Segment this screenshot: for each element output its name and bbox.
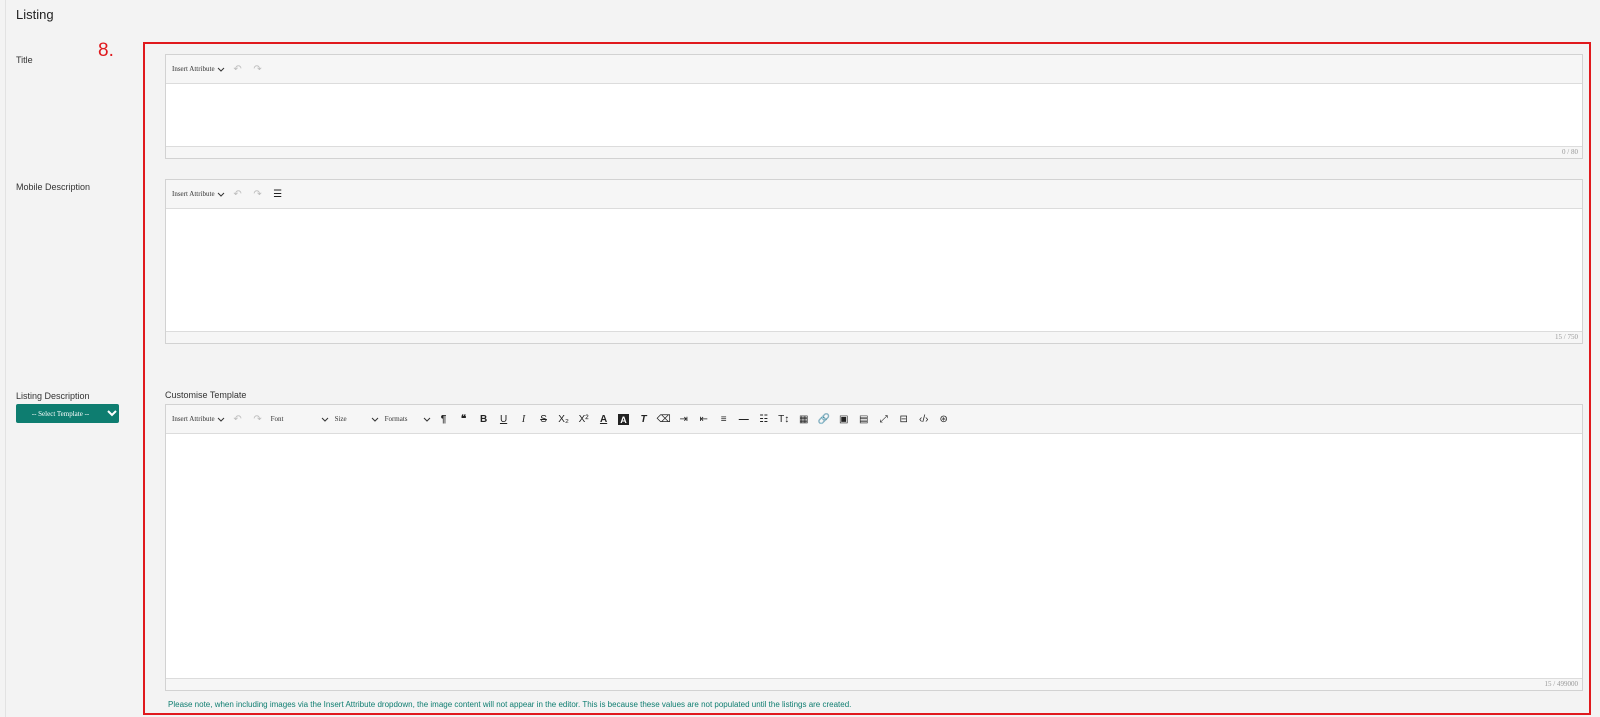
insert-attribute-dropdown[interactable]: Insert Attribute [172,415,225,423]
chevron-down-icon [321,417,328,422]
svg-text:A: A [620,415,627,425]
formats-dropdown[interactable]: Formats [385,415,431,423]
eraser-icon[interactable]: ⌫ [657,411,671,427]
mobile-char-counter: 15 / 750 [166,331,1582,343]
redo-icon[interactable]: ↷ [251,186,265,202]
chevron-down-icon [217,417,224,422]
insert-attribute-label: Insert Attribute [172,65,215,73]
title-toolbar: Insert Attribute ↶ ↷ [166,55,1582,84]
undo-icon[interactable]: ↶ [231,61,245,77]
size-dropdown[interactable]: Size [335,415,379,423]
insert-attribute-dropdown[interactable]: Insert Attribute [172,65,225,73]
listing-toolbar: Insert Attribute ↶ ↷ Font Size Formats ¶… [166,405,1582,434]
align-icon[interactable]: ≡ [717,411,731,427]
preview-icon[interactable]: ⊟ [897,411,911,427]
image-icon[interactable]: ▣ [837,411,851,427]
clear-format-icon[interactable]: T [637,411,651,427]
step-number: 8. [98,40,114,61]
insert-attribute-label: Insert Attribute [172,415,215,423]
indent-icon[interactable]: ⇥ [677,411,691,427]
strikethrough-icon[interactable]: S [537,411,551,427]
template-select-value: -- Select Template -- [31,409,90,418]
link-icon[interactable]: 🔗 [817,411,831,427]
superscript-icon[interactable]: X² [577,411,591,427]
listing-char-counter: 15 / 499000 [166,678,1582,690]
customise-template-label: Customise Template [165,390,247,400]
title-content[interactable] [166,84,1582,146]
mobile-description-editor: Insert Attribute ↶ ↷ ☰ 15 / 750 [165,179,1583,344]
ordered-list-icon[interactable]: ☷ [757,411,771,427]
listing-description-label: Listing Description [16,391,90,401]
title-label: Title [16,55,33,65]
redo-icon[interactable]: ↷ [251,411,265,427]
listing-content[interactable] [166,434,1582,678]
mobile-toolbar: Insert Attribute ↶ ↷ ☰ [166,180,1582,209]
size-dropdown-label: Size [334,415,347,423]
bulleted-list-icon[interactable]: ☰ [271,186,285,202]
title-char-counter: 0 / 80 [166,146,1582,158]
undo-icon[interactable]: ↶ [231,186,245,202]
chevron-down-icon [423,417,430,422]
formats-dropdown-label: Formats [384,415,408,423]
blockquote-icon[interactable]: ❝ [457,411,471,427]
left-divider [5,0,6,717]
background-color-icon[interactable]: A [617,411,631,427]
chevron-down-icon [105,404,119,423]
code-view-icon[interactable]: ‹/› [917,411,931,427]
bold-icon[interactable]: B [477,411,491,427]
template-select[interactable]: -- Select Template -- [16,404,119,423]
insert-attribute-dropdown[interactable]: Insert Attribute [172,190,225,198]
fullscreen-icon[interactable]: ⤢ [877,411,891,427]
font-color-icon[interactable]: A [597,411,611,427]
images-note: Please note, when including images via t… [168,700,852,709]
horizontal-rule-icon[interactable]: — [737,411,751,427]
paragraph-icon[interactable]: ¶ [437,411,451,427]
section-title: Listing [16,7,54,22]
line-height-icon[interactable]: T↕ [777,411,791,427]
subscript-icon[interactable]: X₂ [557,411,571,427]
help-icon[interactable]: ⊛ [937,411,951,427]
redo-icon[interactable]: ↷ [251,61,265,77]
chevron-down-icon [217,67,224,72]
chevron-down-icon [217,192,224,197]
font-dropdown-label: Font [270,415,284,423]
italic-icon[interactable]: I [517,411,531,427]
table-icon[interactable]: ▦ [797,411,811,427]
font-dropdown[interactable]: Font [271,415,329,423]
listing-description-editor: Insert Attribute ↶ ↷ Font Size Formats ¶… [165,404,1583,691]
insert-attribute-label: Insert Attribute [172,190,215,198]
title-editor: Insert Attribute ↶ ↷ 0 / 80 [165,54,1583,159]
video-icon[interactable]: ▤ [857,411,871,427]
underline-icon[interactable]: U [497,411,511,427]
mobile-content[interactable] [166,209,1582,331]
undo-icon[interactable]: ↶ [231,411,245,427]
chevron-down-icon [371,417,378,422]
outdent-icon[interactable]: ⇤ [697,411,711,427]
mobile-description-label: Mobile Description [16,182,91,192]
